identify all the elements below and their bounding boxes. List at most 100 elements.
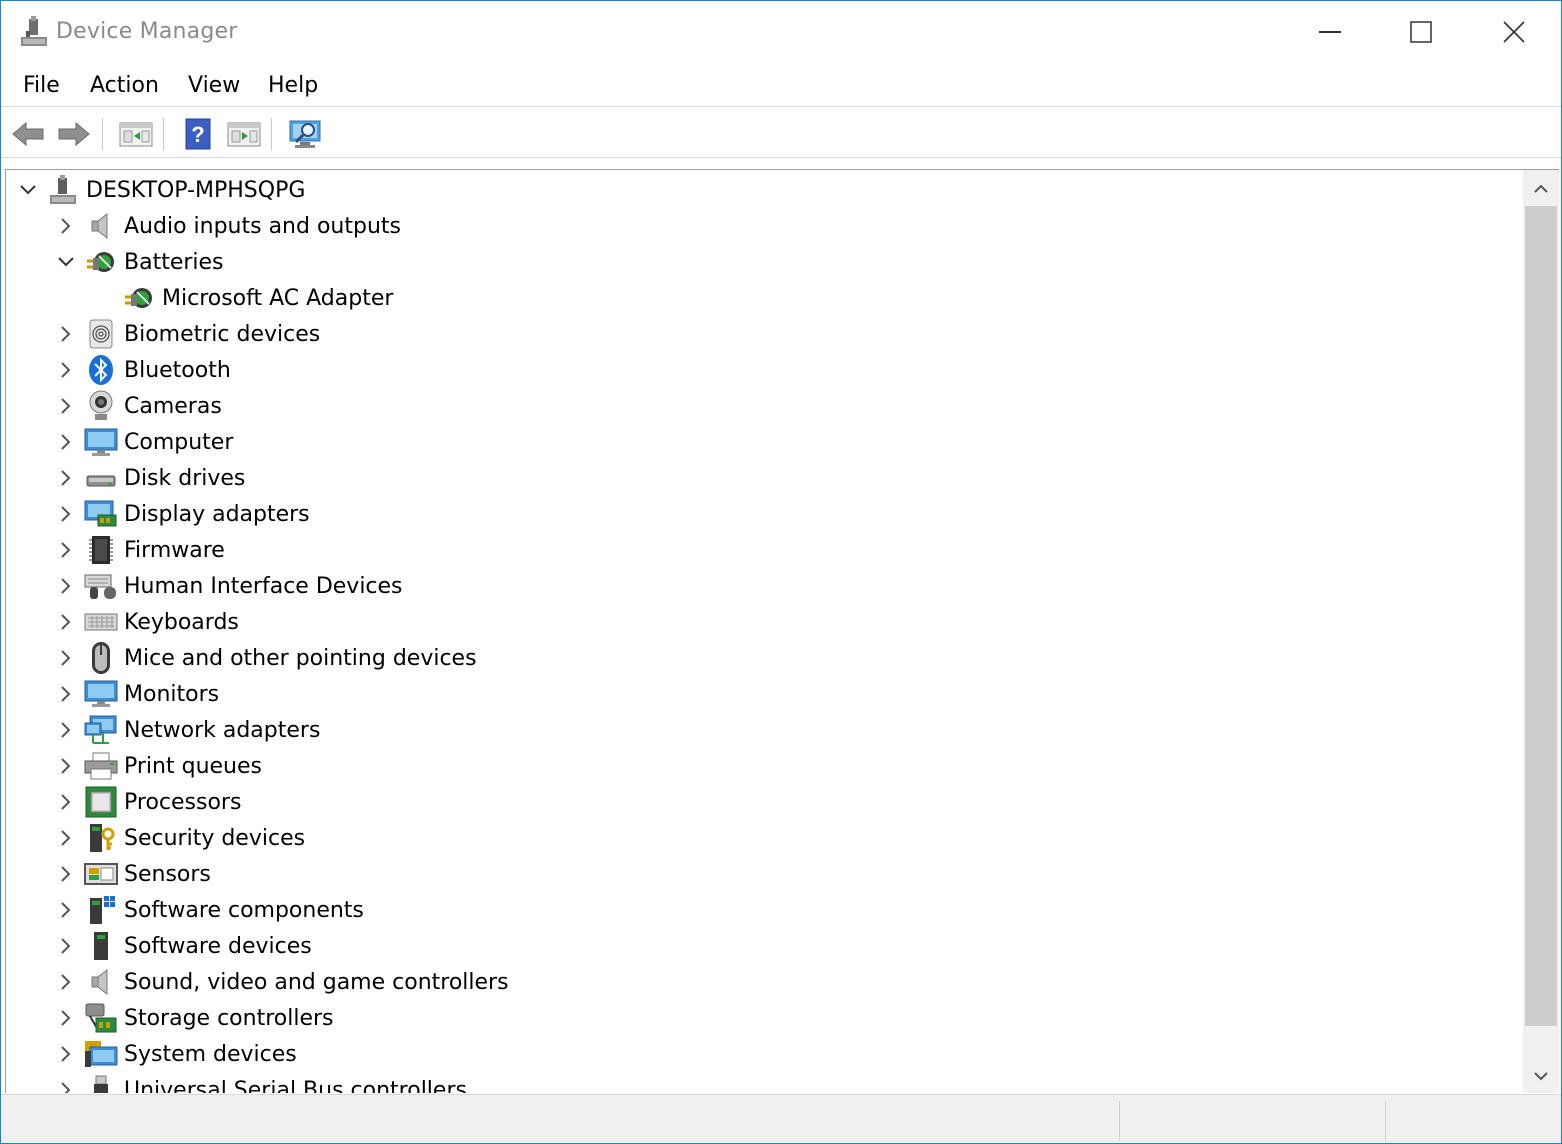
monitor-icon: [84, 677, 118, 711]
status-divider: [1119, 1101, 1120, 1141]
chevron-right-icon[interactable]: [54, 208, 78, 244]
properties-button[interactable]: [117, 116, 155, 152]
toolbar-separator: [102, 118, 103, 150]
chevron-right-icon[interactable]: [54, 496, 78, 532]
maximize-icon: [1410, 21, 1432, 43]
scroll-down-button[interactable]: [1523, 1058, 1559, 1094]
tree-category-item[interactable]: Bluetooth: [54, 352, 231, 388]
chevron-right-icon[interactable]: [54, 424, 78, 460]
chevron-down-icon[interactable]: [16, 172, 40, 208]
system-icon: [84, 1037, 118, 1071]
chevron-right-icon[interactable]: [54, 964, 78, 1000]
maximize-button[interactable]: [1375, 1, 1467, 63]
tree-category-item[interactable]: Biometric devices: [54, 316, 320, 352]
chevron-right-icon[interactable]: [54, 1036, 78, 1072]
tree-category-item[interactable]: Mice and other pointing devices: [54, 640, 477, 676]
tree-category-item[interactable]: Sensors: [54, 856, 211, 892]
tree-item-label: Mice and other pointing devices: [124, 645, 477, 671]
tree-category-item[interactable]: Universal Serial Bus controllers: [54, 1072, 467, 1093]
tree-category-item[interactable]: Audio inputs and outputs: [54, 208, 401, 244]
chevron-right-icon[interactable]: [54, 352, 78, 388]
tree-category-item[interactable]: Computer: [54, 424, 233, 460]
tree-category-item[interactable]: Monitors: [54, 676, 219, 712]
help-button[interactable]: ?: [179, 116, 217, 152]
svg-text:?: ?: [191, 122, 204, 147]
minimize-button[interactable]: [1284, 1, 1376, 63]
chevron-right-icon[interactable]: [54, 460, 78, 496]
keyboard-icon: [84, 605, 118, 639]
hid-icon: [84, 569, 118, 603]
help-icon: ?: [185, 118, 211, 150]
tree-root[interactable]: DESKTOP-MPHSQPG: [16, 172, 305, 208]
tree-item-label: Processors: [124, 789, 242, 815]
chevron-right-icon[interactable]: [54, 820, 78, 856]
tree-item-label: System devices: [124, 1041, 297, 1067]
chevron-right-icon[interactable]: [54, 784, 78, 820]
minimize-icon: [1319, 31, 1341, 33]
scan-hardware-button[interactable]: [287, 116, 325, 152]
chevron-right-icon[interactable]: [54, 388, 78, 424]
battery-icon: [122, 281, 156, 315]
menu-action[interactable]: Action: [90, 73, 159, 98]
forward-button[interactable]: [55, 116, 93, 152]
menu-help[interactable]: Help: [268, 73, 318, 98]
tree-category-item[interactable]: Keyboards: [54, 604, 239, 640]
tree-category-item[interactable]: Print queues: [54, 748, 262, 784]
scroll-up-button[interactable]: [1523, 170, 1559, 206]
printer-icon: [84, 749, 118, 783]
tree-item-label: Firmware: [124, 537, 225, 563]
tree-category-item[interactable]: Batteries: [54, 244, 224, 280]
speaker-icon: [84, 965, 118, 999]
close-button[interactable]: [1468, 1, 1560, 63]
update-driver-icon: [227, 122, 261, 147]
device-tree[interactable]: DESKTOP-MPHSQPG Audio inputs and outputs…: [5, 169, 1523, 1093]
scroll-thumb[interactable]: [1525, 206, 1557, 1026]
tree-category-item[interactable]: System devices: [54, 1036, 297, 1072]
tree-category-item[interactable]: Storage controllers: [54, 1000, 333, 1036]
tree-category-item[interactable]: Software devices: [54, 928, 312, 964]
chevron-right-icon[interactable]: [54, 928, 78, 964]
camera-icon: [84, 389, 118, 423]
sensor-icon: [84, 857, 118, 891]
tree-category-item[interactable]: Sound, video and game controllers: [54, 964, 509, 1000]
tree-item-label: Software components: [124, 897, 364, 923]
chevron-right-icon[interactable]: [54, 712, 78, 748]
tree-category-item[interactable]: Human Interface Devices: [54, 568, 403, 604]
menu-file[interactable]: File: [23, 73, 60, 98]
tree-category-item[interactable]: Disk drives: [54, 460, 245, 496]
tree-item-label: Computer: [124, 429, 234, 455]
chevron-right-icon[interactable]: [54, 748, 78, 784]
chevron-right-icon[interactable]: [54, 892, 78, 928]
menu-bar: File Action View Help: [1, 65, 1561, 107]
tree-category-item[interactable]: Processors: [54, 784, 241, 820]
tree-category-item[interactable]: Cameras: [54, 388, 222, 424]
network-icon: [84, 713, 118, 747]
mouse-icon: [84, 641, 118, 675]
vertical-scrollbar[interactable]: [1523, 169, 1559, 1093]
tree-category-item[interactable]: Display adapters: [54, 496, 310, 532]
tree-item-label: Batteries: [124, 249, 224, 275]
tree-item-label: Biometric devices: [124, 321, 321, 347]
tree-category-item[interactable]: Security devices: [54, 820, 305, 856]
chevron-right-icon[interactable]: [54, 1072, 78, 1093]
menu-view[interactable]: View: [188, 73, 240, 98]
tree-category-item[interactable]: Firmware: [54, 532, 225, 568]
chevron-right-icon[interactable]: [54, 532, 78, 568]
chevron-right-icon[interactable]: [54, 640, 78, 676]
update-driver-button[interactable]: [225, 116, 263, 152]
chevron-down-icon[interactable]: [54, 244, 78, 280]
back-button[interactable]: [9, 116, 47, 152]
chevron-right-icon[interactable]: [54, 316, 78, 352]
properties-icon: [119, 122, 153, 147]
software-component-icon: [84, 893, 118, 927]
close-icon: [1503, 21, 1525, 43]
security-icon: [84, 821, 118, 855]
tree-category-item[interactable]: Software components: [54, 892, 364, 928]
chevron-right-icon[interactable]: [54, 1000, 78, 1036]
tree-device-item[interactable]: Microsoft AC Adapter: [92, 280, 393, 316]
chevron-right-icon[interactable]: [54, 676, 78, 712]
chevron-right-icon[interactable]: [54, 856, 78, 892]
chevron-right-icon[interactable]: [54, 604, 78, 640]
chevron-right-icon[interactable]: [54, 568, 78, 604]
tree-category-item[interactable]: Network adapters: [54, 712, 320, 748]
